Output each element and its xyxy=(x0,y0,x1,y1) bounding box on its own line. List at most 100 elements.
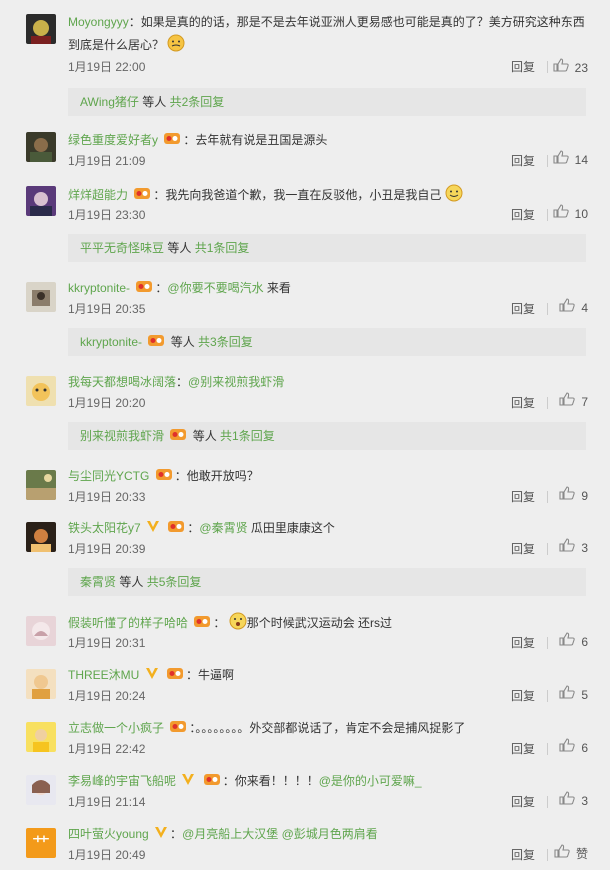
avatar[interactable] xyxy=(26,522,56,552)
comment-text: 与尘同光YCTG ：他敢开放吗？ xyxy=(68,466,590,487)
reply-button[interactable]: 回复 xyxy=(511,152,535,170)
sub-reply-count[interactable]: 共5条回复 xyxy=(147,575,202,589)
fan-badge-icon xyxy=(147,329,165,357)
fan-badge-icon xyxy=(163,131,181,151)
sub-reply-count[interactable]: 共1条回复 xyxy=(195,241,250,255)
divider xyxy=(547,209,548,221)
like-button[interactable]: 3 xyxy=(559,791,588,810)
thumbs-up-icon xyxy=(559,298,575,317)
reply-button[interactable]: 回复 xyxy=(511,540,535,558)
username-link[interactable]: THREE沐MU xyxy=(68,668,139,682)
avatar[interactable] xyxy=(26,775,56,805)
mention-link[interactable]: @月亮船上大汉堡 xyxy=(182,827,278,841)
sub-replies-bar[interactable]: AWing猪仔 等人 共2条回复 xyxy=(68,88,586,116)
thumbs-up-icon xyxy=(553,58,569,77)
sub-replies-bar[interactable]: 平平无奇怪味豆 等人 共1条回复 xyxy=(68,234,586,262)
avatar[interactable] xyxy=(26,616,56,646)
mention-link[interactable]: @别来视煎我虾滑 xyxy=(188,375,284,389)
avatar[interactable] xyxy=(26,282,56,312)
username-link[interactable]: 与尘同光YCTG xyxy=(68,469,149,483)
sub-replies-bar[interactable]: 别来视煎我虾滑 等人 共1条回复 xyxy=(68,422,586,450)
reply-button[interactable]: 回复 xyxy=(511,634,535,652)
reply-button[interactable]: 回复 xyxy=(511,687,535,705)
username-link[interactable]: 四叶萤火young xyxy=(68,827,149,841)
mention-link[interactable]: @你要不要喝汽水 xyxy=(167,281,263,295)
fan-badge-icon xyxy=(166,666,184,686)
like-count: 4 xyxy=(581,300,588,315)
thumbs-up-icon xyxy=(559,791,575,810)
comment-text: 四叶萤火young ：@月亮船上大汉堡 @彭城月色两肩看 xyxy=(68,824,590,845)
like-button[interactable]: 赞 xyxy=(554,844,588,863)
sub-replies-bar[interactable]: kkryptonite- 等人 共3条回复 xyxy=(68,328,586,356)
sub-reply-count[interactable]: 共3条回复 xyxy=(198,335,253,349)
comment-time: 1月19日 21:09 xyxy=(68,154,146,168)
username-link[interactable]: 烊烊超能力 xyxy=(68,188,128,202)
username-link[interactable]: Moyongyyy xyxy=(68,15,129,29)
reply-button[interactable]: 回复 xyxy=(511,793,535,811)
reply-button[interactable]: 回复 xyxy=(511,846,535,864)
comment-text: 绿色重度爱好者y ：去年就有说是丑国是源头 xyxy=(68,130,590,151)
username-link[interactable]: kkryptonite- xyxy=(68,281,130,295)
comment-body: 牛逼啊 xyxy=(198,668,235,682)
username-link[interactable]: 李易峰的宇宙飞船呢 xyxy=(68,774,176,788)
divider xyxy=(547,690,548,702)
sub-reply-user[interactable]: kkryptonite- xyxy=(80,335,142,349)
smile-emoji-icon xyxy=(445,184,463,208)
avatar[interactable]: 艹 xyxy=(26,828,56,858)
divider xyxy=(547,61,548,73)
username-link[interactable]: 绿色重度爱好者y xyxy=(68,133,158,147)
avatar[interactable] xyxy=(26,470,56,500)
comment-body: 去年就有说是丑国是源头 xyxy=(195,133,328,147)
reply-button[interactable]: 回复 xyxy=(511,206,535,224)
avatar[interactable] xyxy=(26,376,56,406)
colon: ： xyxy=(170,827,183,841)
sub-reply-user[interactable]: 平平无奇怪味豆 xyxy=(80,241,164,255)
avatar[interactable] xyxy=(26,186,56,216)
like-button[interactable]: 10 xyxy=(553,204,588,223)
sub-reply-user[interactable]: 别来视煎我虾滑 xyxy=(80,429,164,443)
divider xyxy=(547,743,548,755)
divider xyxy=(547,303,548,315)
username-link[interactable]: 我每天都想喝冰阔落 xyxy=(68,375,176,389)
mention-link[interactable]: @秦霄贤 xyxy=(199,521,247,535)
sub-replies-bar[interactable]: 秦霄贤 等人 共5条回复 xyxy=(68,568,586,596)
mention-link[interactable]: @是你的小可爱嘛_ xyxy=(319,774,422,788)
avatar[interactable] xyxy=(26,132,56,162)
fan-badge-icon xyxy=(193,614,211,634)
reply-button[interactable]: 回复 xyxy=(511,488,535,506)
like-button[interactable]: 3 xyxy=(559,538,588,557)
sub-reply-user[interactable]: 秦霄贤 xyxy=(80,575,116,589)
avatar[interactable] xyxy=(26,722,56,752)
like-button[interactable]: 6 xyxy=(559,738,588,757)
avatar[interactable] xyxy=(26,669,56,699)
like-button[interactable]: 9 xyxy=(559,486,588,505)
like-button[interactable]: 4 xyxy=(559,298,588,317)
sub-reply-user[interactable]: AWing猪仔 xyxy=(80,95,139,109)
like-button[interactable]: 6 xyxy=(559,632,588,651)
comment-body: 来看 xyxy=(263,281,291,295)
like-button[interactable]: 7 xyxy=(559,392,588,411)
sub-reply-count[interactable]: 共1条回复 xyxy=(220,429,275,443)
verified-v-icon xyxy=(146,519,160,539)
like-button[interactable]: 23 xyxy=(553,58,588,77)
username-link[interactable]: 立志做一个小疯子 xyxy=(68,721,164,735)
comment-time: 1月19日 22:00 xyxy=(68,60,146,74)
mention-link-2[interactable]: @彭城月色两肩看 xyxy=(282,827,378,841)
reply-button[interactable]: 回复 xyxy=(511,740,535,758)
reply-button[interactable]: 回复 xyxy=(511,58,535,76)
colon: ： xyxy=(174,469,187,483)
like-button[interactable]: 14 xyxy=(553,150,588,169)
comment-text-line2: 到底是什么居心？ xyxy=(68,34,590,58)
fan-badge-icon xyxy=(167,519,185,539)
thumbs-up-icon xyxy=(559,538,575,557)
comment-text: 立志做一个小疯子 ：。。。。。。。。外交部都说话了，肯定不会是捕风捉影了 xyxy=(68,718,590,739)
username-link[interactable]: 铁头太阳花y7 xyxy=(68,521,141,535)
username-link[interactable]: 假装听懂了的样子哈哈 xyxy=(68,616,188,630)
divider xyxy=(547,543,548,555)
avatar[interactable] xyxy=(26,14,56,44)
reply-button[interactable]: 回复 xyxy=(511,394,535,412)
like-button[interactable]: 5 xyxy=(559,685,588,704)
sub-reply-count[interactable]: 共2条回复 xyxy=(170,95,225,109)
reply-button[interactable]: 回复 xyxy=(511,300,535,318)
colon: ： xyxy=(213,616,226,631)
